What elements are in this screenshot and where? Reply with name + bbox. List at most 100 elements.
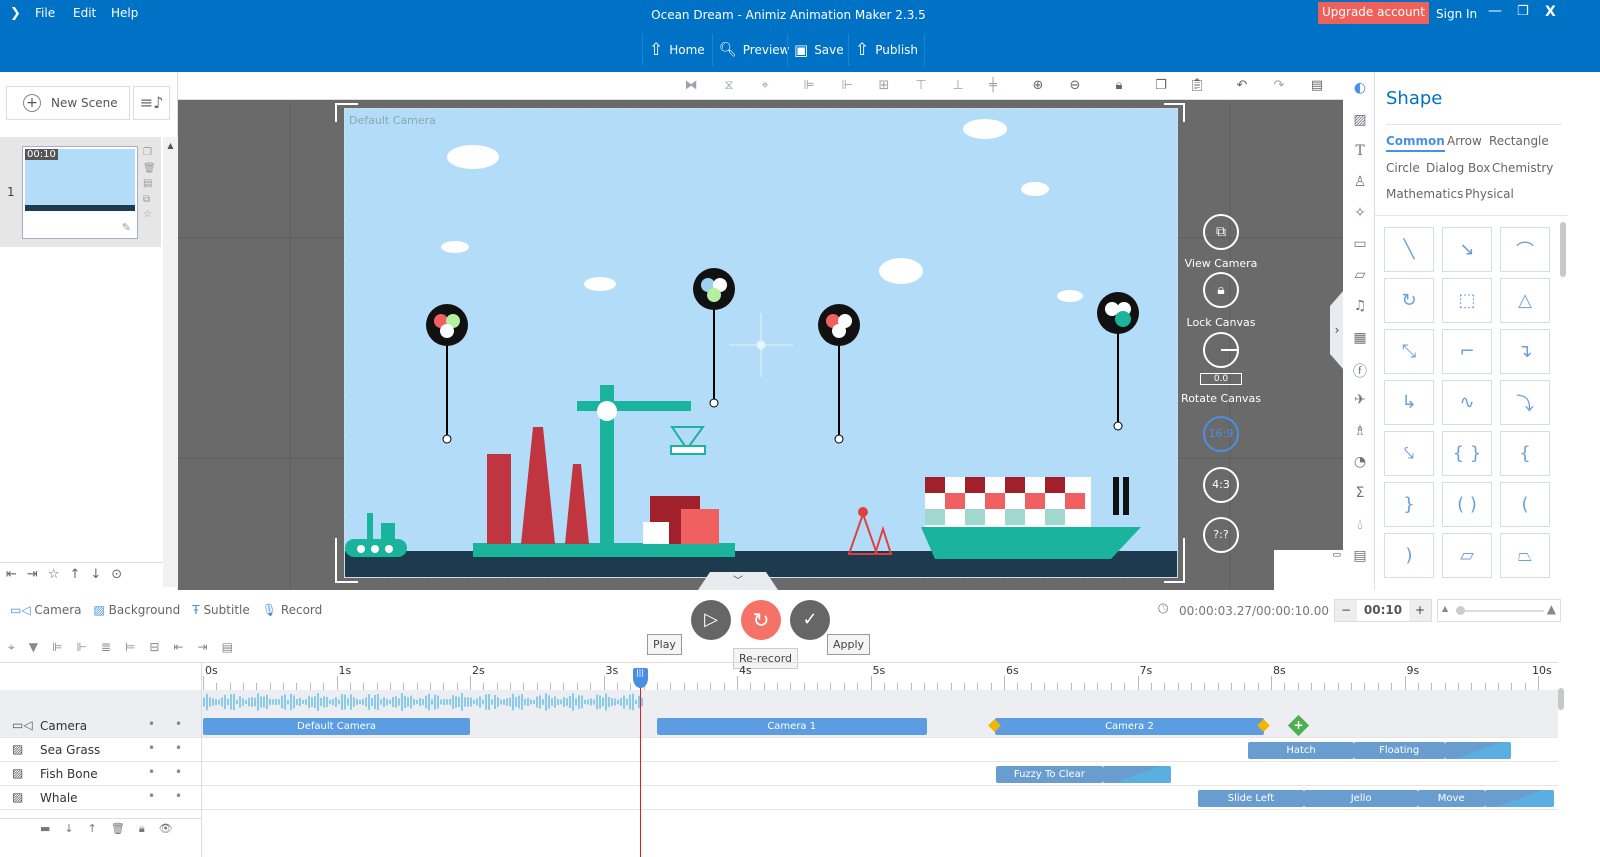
background-tool[interactable]: ▨ Background xyxy=(94,603,181,617)
folder-category-icon[interactable]: ▱ xyxy=(1351,267,1369,285)
timeline-clip[interactable]: Default Camera xyxy=(203,718,470,735)
flash-category-icon[interactable]: ⓕ xyxy=(1351,361,1369,380)
drop-category-icon[interactable]: 💧︎ xyxy=(1351,517,1369,535)
video-category-icon[interactable]: ▦ xyxy=(1351,330,1369,348)
lock-dot[interactable]: • xyxy=(175,741,182,755)
timeline-clip[interactable]: Camera 1 xyxy=(656,718,927,735)
shape-item[interactable]: { } xyxy=(1442,431,1492,476)
shape-item[interactable]: ∿ xyxy=(1442,380,1492,425)
track-row[interactable]: ▨ Whale • • Slide Left Jello Move xyxy=(0,786,1558,810)
zoom-in-icon[interactable]: ⊕ xyxy=(1029,78,1047,94)
timeline-ruler[interactable]: 0s 1s 2s 3s 4s 5s 6s 7s 8s 9s 10s xyxy=(0,662,1558,690)
decrease-button[interactable]: − xyxy=(1335,600,1357,621)
formula-category-icon[interactable]: Σ xyxy=(1351,485,1369,503)
timeline-scrollbar[interactable] xyxy=(1558,688,1564,710)
collapse-timeline-handle[interactable]: ﹀ xyxy=(698,572,778,590)
shape-item[interactable]: ↘ xyxy=(1442,227,1492,272)
shape-item[interactable]: ) xyxy=(1384,533,1434,578)
text-category-icon[interactable]: T xyxy=(1351,143,1369,161)
align-start-icon[interactable]: ⊫ xyxy=(52,640,62,655)
shape-scrollbar[interactable] xyxy=(1560,222,1566,277)
shape-item[interactable]: △ xyxy=(1500,278,1550,323)
duration-stepper[interactable]: − 00:10 + xyxy=(1334,599,1432,622)
shape-item[interactable]: ⤵ xyxy=(1500,380,1550,425)
playhead-handle[interactable]: ||| xyxy=(632,668,648,688)
paste-icon[interactable]: 📋︎ xyxy=(1188,78,1206,94)
timeline-clip[interactable]: Slide Left xyxy=(1197,790,1305,807)
align-middle-icon[interactable]: ╪ xyxy=(984,78,1002,94)
move-up-icon[interactable]: ↑ xyxy=(69,567,80,586)
tab-dialog-box[interactable]: Dialog Box xyxy=(1426,161,1490,175)
filter-icon[interactable]: ▼ xyxy=(29,640,38,655)
play-button[interactable]: ▷ xyxy=(691,600,731,640)
zoom-out-icon[interactable]: ⊖ xyxy=(1066,78,1084,94)
lock-dot[interactable]: • xyxy=(175,765,182,779)
align-right-icon[interactable]: ⊩ xyxy=(838,78,856,94)
tab-mathematics[interactable]: Mathematics xyxy=(1386,187,1463,201)
scene-item[interactable]: 1 00:10 ✎ ❐ 🗑︎ ▤ ⧉ ☆ xyxy=(0,137,161,247)
align-left-icon[interactable]: ⊫ xyxy=(800,78,818,94)
shape-item[interactable]: ⬚ xyxy=(1442,278,1492,323)
minimap-toggle-icon[interactable]: ▭ xyxy=(1332,550,1341,560)
character-category-icon[interactable]: ♙ xyxy=(1351,174,1369,192)
increase-button[interactable]: + xyxy=(1409,600,1431,621)
shape-item[interactable]: ↻ xyxy=(1384,278,1434,323)
copy-icon[interactable]: ❐ xyxy=(143,145,156,161)
shape-item[interactable]: ▱ xyxy=(1442,533,1492,578)
tab-chemistry[interactable]: Chemistry xyxy=(1492,161,1553,175)
stack-icon[interactable]: ⊨ xyxy=(125,640,135,655)
archive-category-icon[interactable]: ▤ xyxy=(1351,548,1369,566)
history-icon[interactable]: ▤ xyxy=(1308,78,1326,94)
timeline-clip[interactable]: Jello xyxy=(1304,790,1418,807)
timeline-clip[interactable]: Camera 2 xyxy=(994,718,1265,735)
move-down-icon[interactable]: ↓ xyxy=(90,567,101,586)
gap-icon[interactable]: ⊟ xyxy=(149,640,159,655)
publish-button[interactable]: ⇧ Publish xyxy=(848,34,926,66)
shape-item[interactable]: ⏢ xyxy=(1500,533,1550,578)
align-top-icon[interactable]: ⊤ xyxy=(912,78,930,94)
tab-common[interactable]: Common xyxy=(1386,134,1445,152)
scene-music-button[interactable]: ≡♪ xyxy=(133,86,170,120)
visibility-dot[interactable]: • xyxy=(148,741,155,755)
chart-category-icon[interactable]: ◔ xyxy=(1351,454,1369,472)
lock-icon[interactable]: 🔒︎ xyxy=(139,822,145,837)
apply-button[interactable]: ✓ xyxy=(790,600,830,640)
duplicate-icon[interactable]: ▤ xyxy=(143,176,156,192)
rotate-value-field[interactable]: 0.0 xyxy=(1200,373,1242,385)
import-icon[interactable]: ⇤ xyxy=(6,567,17,586)
eye-icon[interactable]: 👁︎ xyxy=(159,822,173,837)
shape-item[interactable]: ↴ xyxy=(1500,329,1550,374)
shape-item[interactable]: { xyxy=(1500,431,1550,476)
shape-item[interactable]: ╲ xyxy=(1384,227,1434,272)
flip-horizontal-icon[interactable]: ⧓ xyxy=(682,78,700,94)
ratio-4-3-button[interactable]: 4:3 xyxy=(1203,467,1239,503)
view-camera-button[interactable]: ⧉ xyxy=(1203,214,1239,250)
tab-rectangle[interactable]: Rectangle xyxy=(1489,134,1549,148)
restore-icon[interactable]: ❐ xyxy=(1517,4,1529,19)
shape-item[interactable]: ⌒ xyxy=(1500,227,1550,272)
transition-icon[interactable]: ⧉ xyxy=(143,192,156,208)
shape-item[interactable]: ⤥ xyxy=(1384,431,1434,476)
timeline-clip[interactable] xyxy=(1444,742,1512,759)
lock-position-icon[interactable]: ⌖ xyxy=(756,78,774,94)
sign-in-link[interactable]: Sign In xyxy=(1436,7,1477,21)
down-icon[interactable]: ↓ xyxy=(64,822,73,837)
shape-category-icon[interactable]: ◐ xyxy=(1351,80,1369,98)
zoom-slider[interactable]: ▲ ▲ xyxy=(1437,599,1561,622)
plane-category-icon[interactable]: ✈ xyxy=(1351,392,1369,410)
trash-icon[interactable]: 🗑︎ xyxy=(111,822,125,837)
tab-circle[interactable]: Circle xyxy=(1386,161,1420,175)
add-keyframe-icon[interactable]: + xyxy=(1287,714,1309,737)
track-row[interactable]: ▨ Sea Grass • • Hatch Floating xyxy=(0,738,1558,762)
minimap[interactable]: ▭ xyxy=(1274,550,1343,590)
preview-button[interactable]: 🔍︎ Preview xyxy=(712,34,796,66)
delete-icon[interactable]: 🗑︎ xyxy=(143,161,156,177)
subtitle-tool[interactable]: Ŧ Subtitle xyxy=(192,603,249,617)
visibility-dot[interactable]: • xyxy=(148,717,155,731)
settings-icon[interactable]: ▤ xyxy=(222,640,233,655)
more-icon[interactable]: ⊙ xyxy=(111,567,122,586)
undo-icon[interactable]: ↶ xyxy=(1233,78,1251,94)
zoom-slider-handle[interactable] xyxy=(1456,606,1465,615)
favorite-icon[interactable]: ☆ xyxy=(48,567,60,586)
canvas-stage[interactable]: Default Camera ⧉ View Camera 🔒︎ Lock Can… xyxy=(178,100,1343,590)
